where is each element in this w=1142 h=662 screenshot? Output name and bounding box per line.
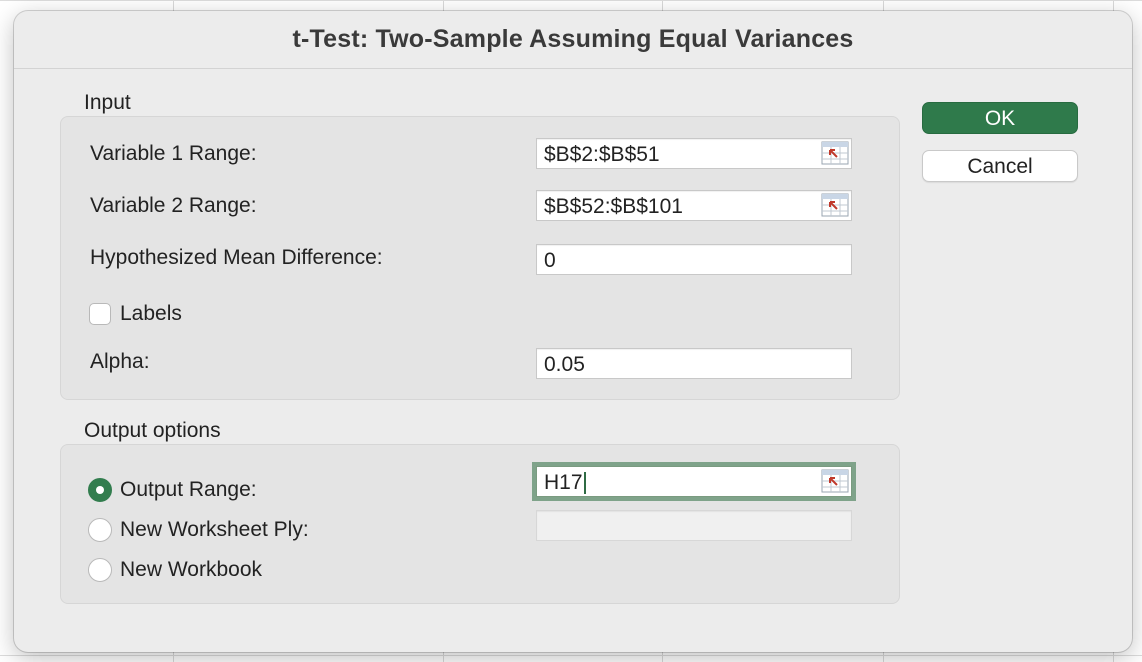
ttest-dialog: t-Test: Two-Sample Assuming Equal Varian… [14, 11, 1132, 652]
variable1-range-field[interactable]: $B$2:$B$51 [536, 138, 852, 169]
output-section-label: Output options [84, 419, 221, 442]
new-worksheet-ply-radio[interactable] [88, 518, 112, 542]
dialog-title: t-Test: Two-Sample Assuming Equal Varian… [292, 25, 854, 53]
labels-checkbox[interactable] [89, 303, 111, 325]
variable2-range-label: Variable 2 Range: [90, 194, 257, 217]
range-picker-icon[interactable] [821, 193, 849, 217]
variable1-range-value: $B$2:$B$51 [544, 143, 660, 166]
new-worksheet-ply-label[interactable]: New Worksheet Ply: [120, 518, 309, 542]
output-range-radio[interactable] [88, 478, 112, 502]
input-group-box: Variable 1 Range: $B$2:$B$51 Variable 2 … [60, 116, 900, 400]
alpha-field[interactable]: 0.05 [536, 348, 852, 379]
grid-line [0, 0, 1142, 1]
dialog-titlebar: t-Test: Two-Sample Assuming Equal Varian… [14, 11, 1132, 69]
output-range-label[interactable]: Output Range: [120, 478, 257, 502]
new-workbook-label[interactable]: New Workbook [120, 558, 262, 582]
output-group-box: Output Range: H17 New Worksheet Ply: New… [60, 444, 900, 604]
output-range-field[interactable]: H17 [536, 466, 852, 497]
hypothesized-mean-difference-field[interactable]: 0 [536, 244, 852, 275]
grid-line [0, 655, 1142, 656]
range-picker-icon[interactable] [821, 469, 849, 493]
hypothesized-mean-difference-value: 0 [544, 249, 556, 272]
new-worksheet-ply-field[interactable] [536, 510, 852, 541]
alpha-label: Alpha: [90, 350, 150, 373]
variable2-range-value: $B$52:$B$101 [544, 195, 683, 218]
text-caret [583, 472, 586, 495]
range-picker-icon[interactable] [821, 141, 849, 165]
cancel-button[interactable]: Cancel [922, 150, 1078, 182]
alpha-value: 0.05 [544, 353, 585, 376]
ok-button[interactable]: OK [922, 102, 1078, 134]
input-section-label: Input [84, 91, 131, 114]
labels-checkbox-label[interactable]: Labels [120, 302, 182, 326]
output-range-value: H17 [544, 471, 583, 494]
new-workbook-radio[interactable] [88, 558, 112, 582]
hypothesized-mean-difference-label: Hypothesized Mean Difference: [90, 246, 383, 269]
variable2-range-field[interactable]: $B$52:$B$101 [536, 190, 852, 221]
variable1-range-label: Variable 1 Range: [90, 142, 257, 165]
